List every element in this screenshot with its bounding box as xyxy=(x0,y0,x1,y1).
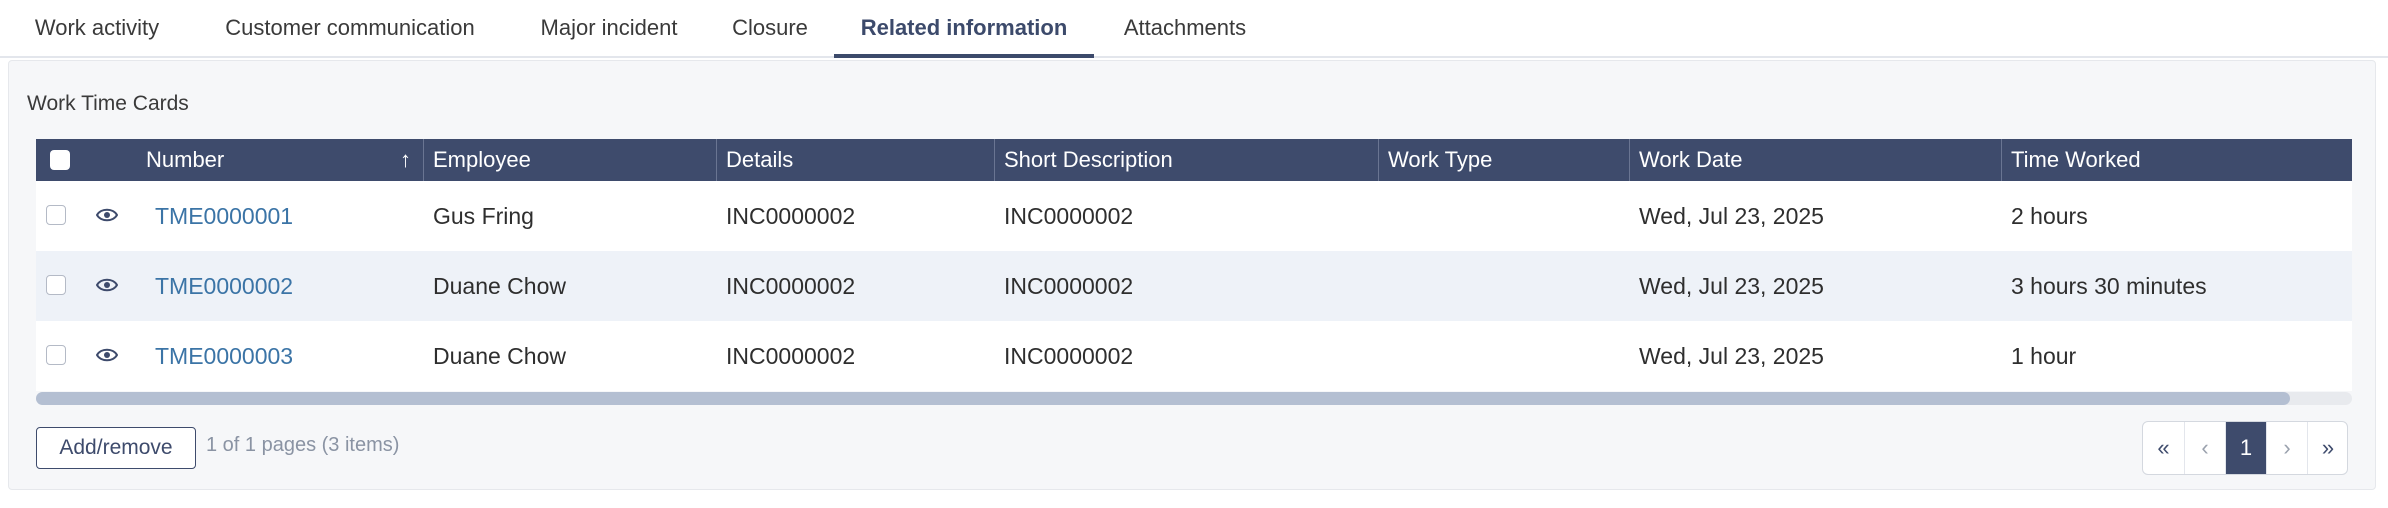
first-page-icon[interactable]: « xyxy=(2143,422,2184,474)
record-number-link[interactable]: TME0000001 xyxy=(155,181,293,251)
current-page-button[interactable]: 1 xyxy=(2225,422,2266,474)
tab-work-activity[interactable]: Work activity xyxy=(14,0,180,58)
eye-icon[interactable] xyxy=(96,276,118,294)
eye-icon[interactable] xyxy=(96,206,118,224)
tab-major-incident[interactable]: Major incident xyxy=(520,0,698,58)
work-date-cell: Wed, Jul 23, 2025 xyxy=(1639,343,1824,369)
column-header-employee[interactable]: Employee xyxy=(423,139,716,181)
short-description-cell: INC0000002 xyxy=(1004,203,1134,229)
row-checkbox[interactable] xyxy=(46,205,66,225)
section-title: Work Time Cards xyxy=(27,92,189,115)
column-header-work-type[interactable]: Work Type xyxy=(1378,139,1629,181)
table-header: Number ↑ Employee Details Short Descript… xyxy=(36,139,2352,181)
short-description-cell: INC0000002 xyxy=(1004,273,1134,299)
previous-page-icon[interactable]: ‹ xyxy=(2184,422,2225,474)
short-description-cell: INC0000002 xyxy=(1004,343,1134,369)
add-remove-button[interactable]: Add/remove xyxy=(36,427,196,469)
column-header-label: Number xyxy=(146,147,225,172)
tab-closure[interactable]: Closure xyxy=(714,0,826,58)
work-date-cell: Wed, Jul 23, 2025 xyxy=(1639,273,1824,299)
tab-bar: Work activity Customer communication Maj… xyxy=(0,0,2388,58)
table-row: TME0000001 Gus Fring INC0000002 INC00000… xyxy=(36,181,2352,251)
details-cell: INC0000002 xyxy=(726,203,856,229)
time-worked-cell: 1 hour xyxy=(2011,343,2077,369)
select-all-checkbox[interactable] xyxy=(50,150,70,170)
table-row: TME0000003 Duane Chow INC0000002 INC0000… xyxy=(36,321,2352,391)
tab-attachments[interactable]: Attachments xyxy=(1100,0,1270,58)
record-number-link[interactable]: TME0000003 xyxy=(155,321,293,391)
details-cell: INC0000002 xyxy=(726,273,856,299)
column-header-work-date[interactable]: Work Date xyxy=(1629,139,2001,181)
employee-cell: Duane Chow xyxy=(433,343,566,369)
tab-customer-communication[interactable]: Customer communication xyxy=(196,0,504,58)
last-page-icon[interactable]: » xyxy=(2307,422,2347,474)
employee-cell: Gus Fring xyxy=(433,203,534,229)
employee-cell: Duane Chow xyxy=(433,273,566,299)
arrow-up-icon[interactable]: ↑ xyxy=(400,139,411,181)
row-checkbox[interactable] xyxy=(46,345,66,365)
time-worked-cell: 2 hours xyxy=(2011,203,2088,229)
page-info: 1 of 1 pages (3 items) xyxy=(206,434,400,456)
time-worked-cell: 3 hours 30 minutes xyxy=(2011,273,2207,299)
column-header-number[interactable]: Number ↑ xyxy=(137,139,423,181)
table-row: TME0000002 Duane Chow INC0000002 INC0000… xyxy=(36,251,2352,321)
record-number-link[interactable]: TME0000002 xyxy=(155,251,293,321)
horizontal-scrollbar-thumb[interactable] xyxy=(36,392,2290,405)
column-header-details[interactable]: Details xyxy=(716,139,994,181)
column-header-short-description[interactable]: Short Description xyxy=(994,139,1378,181)
column-header-time-worked[interactable]: Time Worked xyxy=(2001,139,2352,181)
details-cell: INC0000002 xyxy=(726,343,856,369)
row-checkbox[interactable] xyxy=(46,275,66,295)
tab-related-information[interactable]: Related information xyxy=(834,0,1094,58)
eye-icon[interactable] xyxy=(96,346,118,364)
work-date-cell: Wed, Jul 23, 2025 xyxy=(1639,203,1824,229)
next-page-icon[interactable]: › xyxy=(2266,422,2307,474)
pagination: « ‹ 1 › » xyxy=(2142,421,2348,475)
